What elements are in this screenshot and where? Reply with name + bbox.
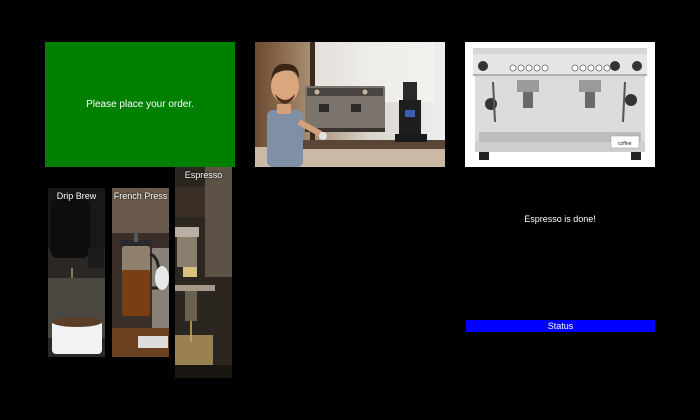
order-done-message: Espresso is done! xyxy=(524,214,596,224)
order-prompt-text: Please place your order. xyxy=(86,99,194,110)
kiosk-screen: Please place your order. coffee Drip Bre… xyxy=(0,0,700,420)
barista-photo xyxy=(255,42,445,167)
espresso-machine-photo: coffee xyxy=(465,42,655,167)
drip-brew-tile[interactable]: Drip Brew xyxy=(48,188,105,357)
espresso-tile[interactable]: Espresso xyxy=(175,167,232,378)
espresso-label: Espresso xyxy=(184,170,223,180)
machine-brand-logo: coffee xyxy=(618,141,632,147)
french-press-label: French Press xyxy=(113,191,168,201)
drip-brew-label: Drip Brew xyxy=(56,191,97,201)
status-button[interactable]: Status xyxy=(466,320,655,332)
order-prompt-panel: Please place your order. xyxy=(45,42,235,167)
french-press-tile[interactable]: French Press xyxy=(112,188,169,357)
